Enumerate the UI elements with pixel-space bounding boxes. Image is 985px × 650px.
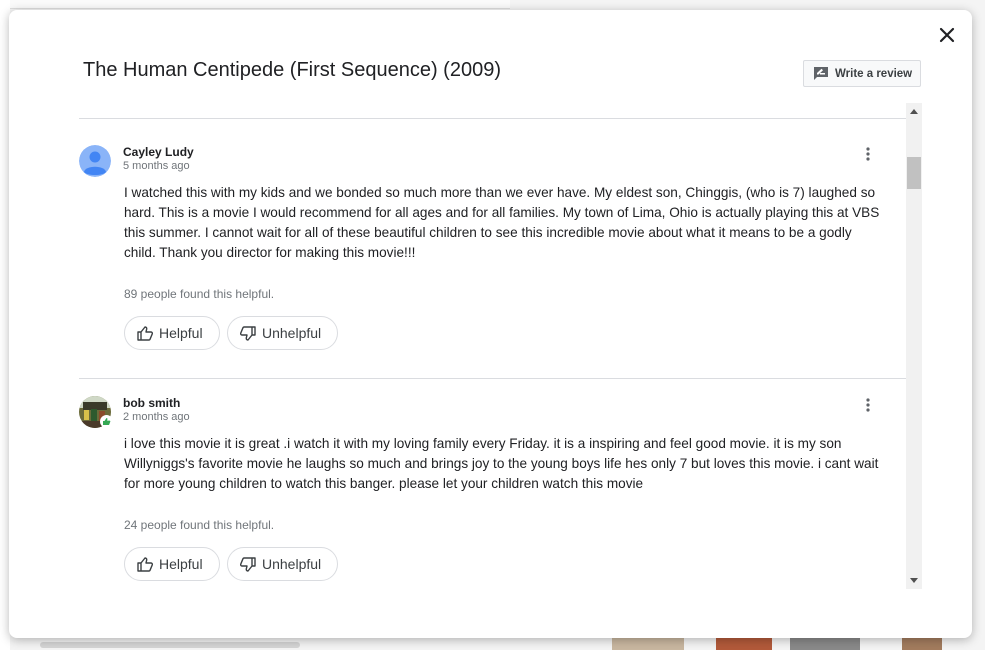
helpful-label: Helpful [159, 556, 203, 572]
scroll-up-button[interactable] [906, 103, 922, 119]
review-item: Cayley Ludy 5 months ago I watched this … [79, 145, 906, 395]
scroll-down-button[interactable] [906, 573, 922, 589]
reviews-scrollbar[interactable] [906, 103, 922, 589]
thumb-up-badge-icon [100, 415, 113, 428]
more-options-button[interactable] [860, 145, 876, 163]
close-button[interactable] [934, 22, 960, 48]
helpful-label: Helpful [159, 325, 203, 341]
helpful-button[interactable]: Helpful [124, 316, 220, 350]
review-item: bob smith 2 months ago i love this movie… [79, 396, 906, 589]
reviews-list: Cayley Ludy 5 months ago I watched this … [79, 119, 906, 589]
background-thumbnail [612, 638, 684, 650]
more-vert-icon [866, 147, 870, 161]
background-top-bar [10, 0, 510, 9]
write-review-button[interactable]: Write a review [803, 60, 921, 87]
chevron-up-icon [910, 109, 918, 114]
avatar [79, 145, 111, 177]
helpful-count: 89 people found this helpful. [124, 287, 275, 301]
unhelpful-label: Unhelpful [262, 556, 322, 572]
thumb-up-icon [137, 325, 153, 341]
chevron-down-icon [910, 578, 918, 583]
review-author[interactable]: Cayley Ludy [123, 145, 194, 159]
unhelpful-button[interactable]: Unhelpful [227, 547, 339, 581]
thumb-up-icon [137, 556, 153, 572]
thumb-down-icon [240, 325, 256, 341]
more-vert-icon [866, 398, 870, 412]
unhelpful-button[interactable]: Unhelpful [227, 316, 339, 350]
user-avatar-icon [79, 145, 111, 177]
close-icon [939, 27, 955, 43]
scroll-thumb[interactable] [907, 157, 921, 189]
review-text: i love this movie it is great .i watch i… [124, 436, 879, 491]
review-author[interactable]: bob smith [123, 396, 180, 410]
rate-review-icon [814, 67, 828, 80]
background-thumbnail [790, 638, 860, 650]
write-review-label: Write a review [835, 67, 913, 80]
review-text: I watched this with my kids and we bonde… [124, 185, 880, 260]
review-date: 5 months ago [123, 160, 190, 172]
helpful-count: 24 people found this helpful. [124, 518, 275, 532]
helpful-button[interactable]: Helpful [124, 547, 220, 581]
unhelpful-label: Unhelpful [262, 325, 322, 341]
thumb-down-icon [240, 556, 256, 572]
movie-title: The Human Centipede (First Sequence) (20… [83, 59, 501, 81]
review-date: 2 months ago [123, 411, 190, 423]
background-thumbnail [902, 638, 942, 650]
more-options-button[interactable] [860, 396, 876, 414]
background-text [40, 642, 300, 648]
background-thumbnail [716, 638, 772, 650]
review-divider [79, 378, 906, 379]
reviews-dialog: The Human Centipede (First Sequence) (20… [9, 10, 972, 638]
